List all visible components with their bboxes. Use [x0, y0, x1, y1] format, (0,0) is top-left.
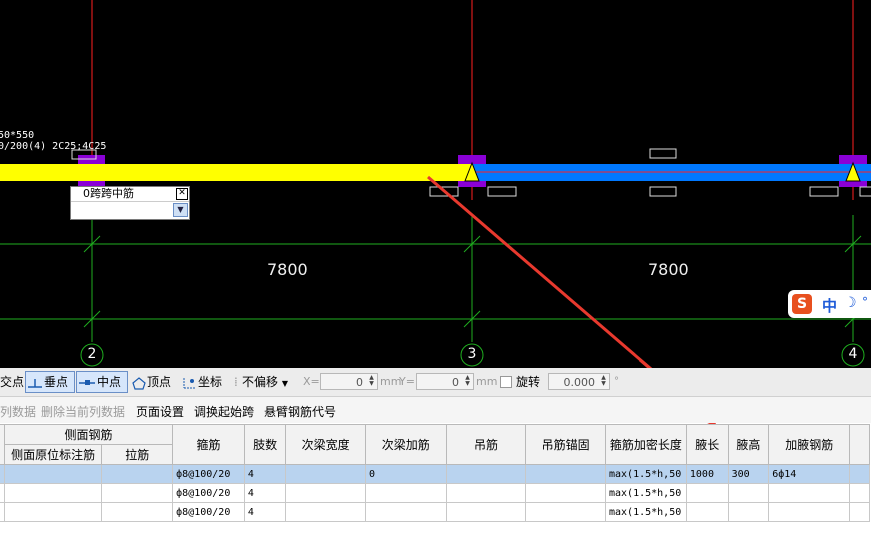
cell-tie[interactable] — [101, 483, 174, 503]
cell-hanger-anchor[interactable] — [525, 502, 606, 522]
cell-legs[interactable]: 4 — [243, 464, 287, 484]
cell-extra[interactable] — [849, 502, 870, 522]
cell-haunch-length[interactable] — [685, 502, 729, 522]
cell-haunch-height[interactable] — [727, 483, 770, 503]
rotate-input[interactable]: 0.000 ▲ ▼ — [548, 373, 610, 390]
spinner-icon[interactable]: ▲ ▼ — [463, 375, 472, 388]
cell-dense-length[interactable]: max(1.5*h,50 — [604, 483, 687, 503]
table-row[interactable]: ф8@100/20 4 0 max(1.5*h,50 1000 300 6ф14 — [0, 464, 870, 484]
spinner-icon[interactable]: ▲ ▼ — [367, 375, 376, 388]
snap-coordinate[interactable]: 坐标 — [180, 372, 222, 392]
x-label: X= — [303, 375, 320, 388]
cell-sec-bar[interactable]: 0 — [364, 464, 447, 484]
cell-dense-length[interactable]: max(1.5*h,50 — [604, 464, 687, 484]
cell-stirrup[interactable]: ф8@100/20 — [172, 502, 245, 522]
cell-haunch-length[interactable]: 1000 — [685, 464, 729, 484]
column-header-sec-bar[interactable]: 次梁加筋 — [364, 424, 447, 465]
perpendicular-icon — [28, 378, 42, 388]
rotate-checkbox[interactable] — [500, 376, 512, 388]
cell-stirrup[interactable]: ф8@100/20 — [172, 483, 245, 503]
column-header-stirrup[interactable]: 箍筋 — [172, 424, 245, 465]
cell-haunch-height[interactable] — [727, 502, 770, 522]
table-row[interactable]: ф8@100/20 4 max(1.5*h,50 — [0, 502, 870, 522]
menu-column-data[interactable]: 列数据 — [0, 403, 36, 420]
column-header-side-origin[interactable]: 侧面原位标注筋 — [3, 444, 103, 465]
column-header-dense-length[interactable]: 箍筋加密长度 — [604, 424, 687, 465]
table-menubar: 列数据 删除当前列数据 页面设置 调换起始跨 悬臂钢筋代号 — [0, 397, 871, 423]
cell-sec-width[interactable] — [285, 464, 366, 484]
offset-select[interactable]: 不偏移 ▼ — [242, 372, 288, 392]
cell-extra[interactable] — [849, 483, 870, 503]
x-offset-value: 0 — [356, 376, 363, 389]
cell-haunch-bar[interactable] — [768, 483, 851, 503]
cell-hanger-anchor[interactable] — [525, 464, 606, 484]
snap-midpoint-label: 中点 — [97, 375, 122, 389]
offset-select-label: 不偏移 — [242, 375, 279, 389]
cell-haunch-length[interactable] — [685, 483, 729, 503]
cell-haunch-bar[interactable]: 6ф14 — [768, 464, 851, 484]
column-header-haunch-bar[interactable]: 加腋钢筋 — [768, 424, 851, 465]
cell-haunch-height[interactable]: 300 — [727, 464, 770, 484]
cell-hanger[interactable] — [445, 502, 527, 522]
column-header-extra — [849, 424, 870, 465]
beam-rebar-table: 侧面钢筋 箍筋 肢数 次梁宽度 次梁加筋 吊筋 吊筋锚固 箍筋加密长度 腋长 腋… — [0, 424, 871, 542]
cell-sec-width[interactable] — [285, 502, 366, 522]
column-header-sec-width[interactable]: 次梁宽度 — [285, 424, 366, 465]
y-unit: mm — [476, 375, 498, 388]
cell-legs[interactable]: 4 — [243, 502, 287, 522]
snap-perpendicular-label: 垂点 — [44, 375, 69, 389]
cell-sec-bar[interactable] — [364, 483, 447, 503]
column-header-legs[interactable]: 肢数 — [243, 424, 287, 465]
cell-dense-length[interactable]: max(1.5*h,50 — [604, 502, 687, 522]
midpoint-icon — [79, 379, 95, 385]
cell-haunch-bar[interactable] — [768, 502, 851, 522]
column-header-hanger[interactable]: 吊筋 — [445, 424, 527, 465]
menu-page-setup[interactable]: 页面设置 — [136, 403, 184, 420]
cell-side-origin[interactable] — [3, 464, 103, 484]
rotate-label: 旋转 — [516, 375, 541, 389]
cell-hanger-anchor[interactable] — [525, 483, 606, 503]
coordinate-icon — [183, 377, 196, 388]
column-header-haunch-height[interactable]: 腋高 — [727, 424, 770, 465]
spinner-icon[interactable]: ▲ ▼ — [599, 375, 608, 388]
menu-swap-start-span[interactable]: 调换起始跨 — [194, 403, 254, 420]
cell-sec-bar[interactable] — [364, 502, 447, 522]
column-header-tie[interactable]: 拉筋 — [101, 444, 174, 465]
snap-midpoint[interactable]: 中点 — [76, 371, 128, 393]
cell-tie[interactable] — [101, 502, 174, 522]
cell-hanger[interactable] — [445, 483, 527, 503]
degree-symbol: ° — [614, 376, 619, 387]
cell-tie[interactable] — [101, 464, 174, 484]
column-header-hanger-anchor[interactable]: 吊筋锚固 — [525, 424, 606, 465]
cell-extra[interactable] — [849, 464, 870, 484]
cell-legs[interactable]: 4 — [243, 483, 287, 503]
y-offset-value: 0 — [452, 376, 459, 389]
x-offset-input[interactable]: 0 ▲ ▼ — [320, 373, 378, 390]
snap-toolbar: 交点 垂点 中点 顶点 坐标 ⁞ 不偏移 ▼ X= 0 ▲ ▼ mm Y= 0 ▲ ▼ … — [0, 368, 871, 397]
toolbar-separator: ⁞ — [234, 375, 238, 389]
menu-cantilever-code[interactable]: 悬臂钢筋代号 — [264, 403, 336, 420]
cell-hanger[interactable] — [445, 464, 527, 484]
cell-sec-width[interactable] — [285, 483, 366, 503]
cell-side-origin[interactable] — [3, 502, 103, 522]
vertex-icon — [132, 376, 146, 390]
rotate-value: 0.000 — [563, 376, 596, 389]
dropdown-arrow-icon: ▼ — [281, 379, 288, 388]
menu-delete-column-data[interactable]: 删除当前列数据 — [41, 403, 125, 420]
snap-intersection[interactable]: 交点 — [0, 372, 24, 392]
cell-stirrup[interactable]: ф8@100/20 — [172, 464, 245, 484]
snap-vertex[interactable]: 顶点 — [131, 372, 171, 392]
cell-side-origin[interactable] — [3, 483, 103, 503]
y-offset-input[interactable]: 0 ▲ ▼ — [416, 373, 474, 390]
snap-coordinate-label: 坐标 — [198, 375, 223, 389]
y-label: Y= — [399, 375, 415, 388]
table-row[interactable]: ф8@100/20 4 max(1.5*h,50 — [0, 483, 870, 503]
column-group-side-rebar: 侧面钢筋 — [3, 424, 174, 445]
column-header-haunch-length[interactable]: 腋长 — [685, 424, 729, 465]
snap-perpendicular[interactable]: 垂点 — [25, 371, 75, 393]
snap-vertex-label: 顶点 — [147, 375, 172, 389]
